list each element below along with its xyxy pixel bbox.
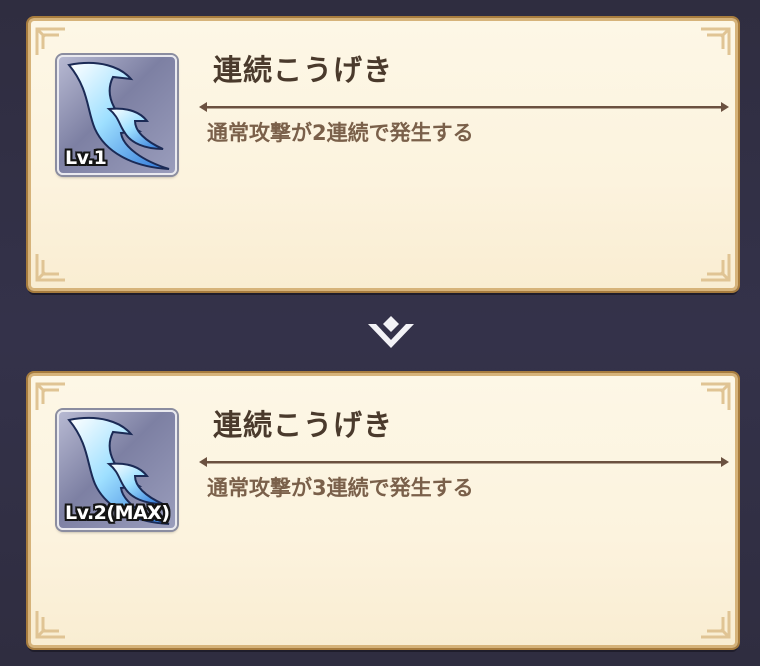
skill-title: 連続こうげき bbox=[213, 53, 394, 87]
corner-ornament-icon bbox=[35, 27, 65, 55]
skill-description: 通常攻撃が3連続で発生する bbox=[207, 476, 474, 500]
skill-icon-frame: Lv.1 bbox=[57, 55, 177, 175]
skill-card-max: Lv.2(MAX) 連続こうげき 通常攻撃が3連続で発生する bbox=[28, 373, 738, 648]
skill-icon-frame: Lv.2(MAX) bbox=[57, 410, 177, 530]
chevron-down-icon bbox=[368, 316, 414, 348]
corner-ornament-icon bbox=[701, 27, 731, 55]
skill-card-current: Lv.1 連続こうげき 通常攻撃が2連続で発生する bbox=[28, 18, 738, 291]
divider-line bbox=[199, 102, 729, 112]
corner-ornament-icon bbox=[35, 254, 65, 282]
corner-ornament-icon bbox=[701, 382, 731, 410]
corner-ornament-icon bbox=[35, 611, 65, 639]
skill-description: 通常攻撃が2連続で発生する bbox=[207, 121, 474, 145]
skill-title: 連続こうげき bbox=[213, 408, 394, 442]
skill-level-label: Lv.1 bbox=[65, 147, 107, 169]
divider-line bbox=[199, 457, 729, 467]
corner-ornament-icon bbox=[701, 254, 731, 282]
skill-level-label: Lv.2(MAX) bbox=[65, 502, 170, 524]
corner-ornament-icon bbox=[701, 611, 731, 639]
corner-ornament-icon bbox=[35, 382, 65, 410]
